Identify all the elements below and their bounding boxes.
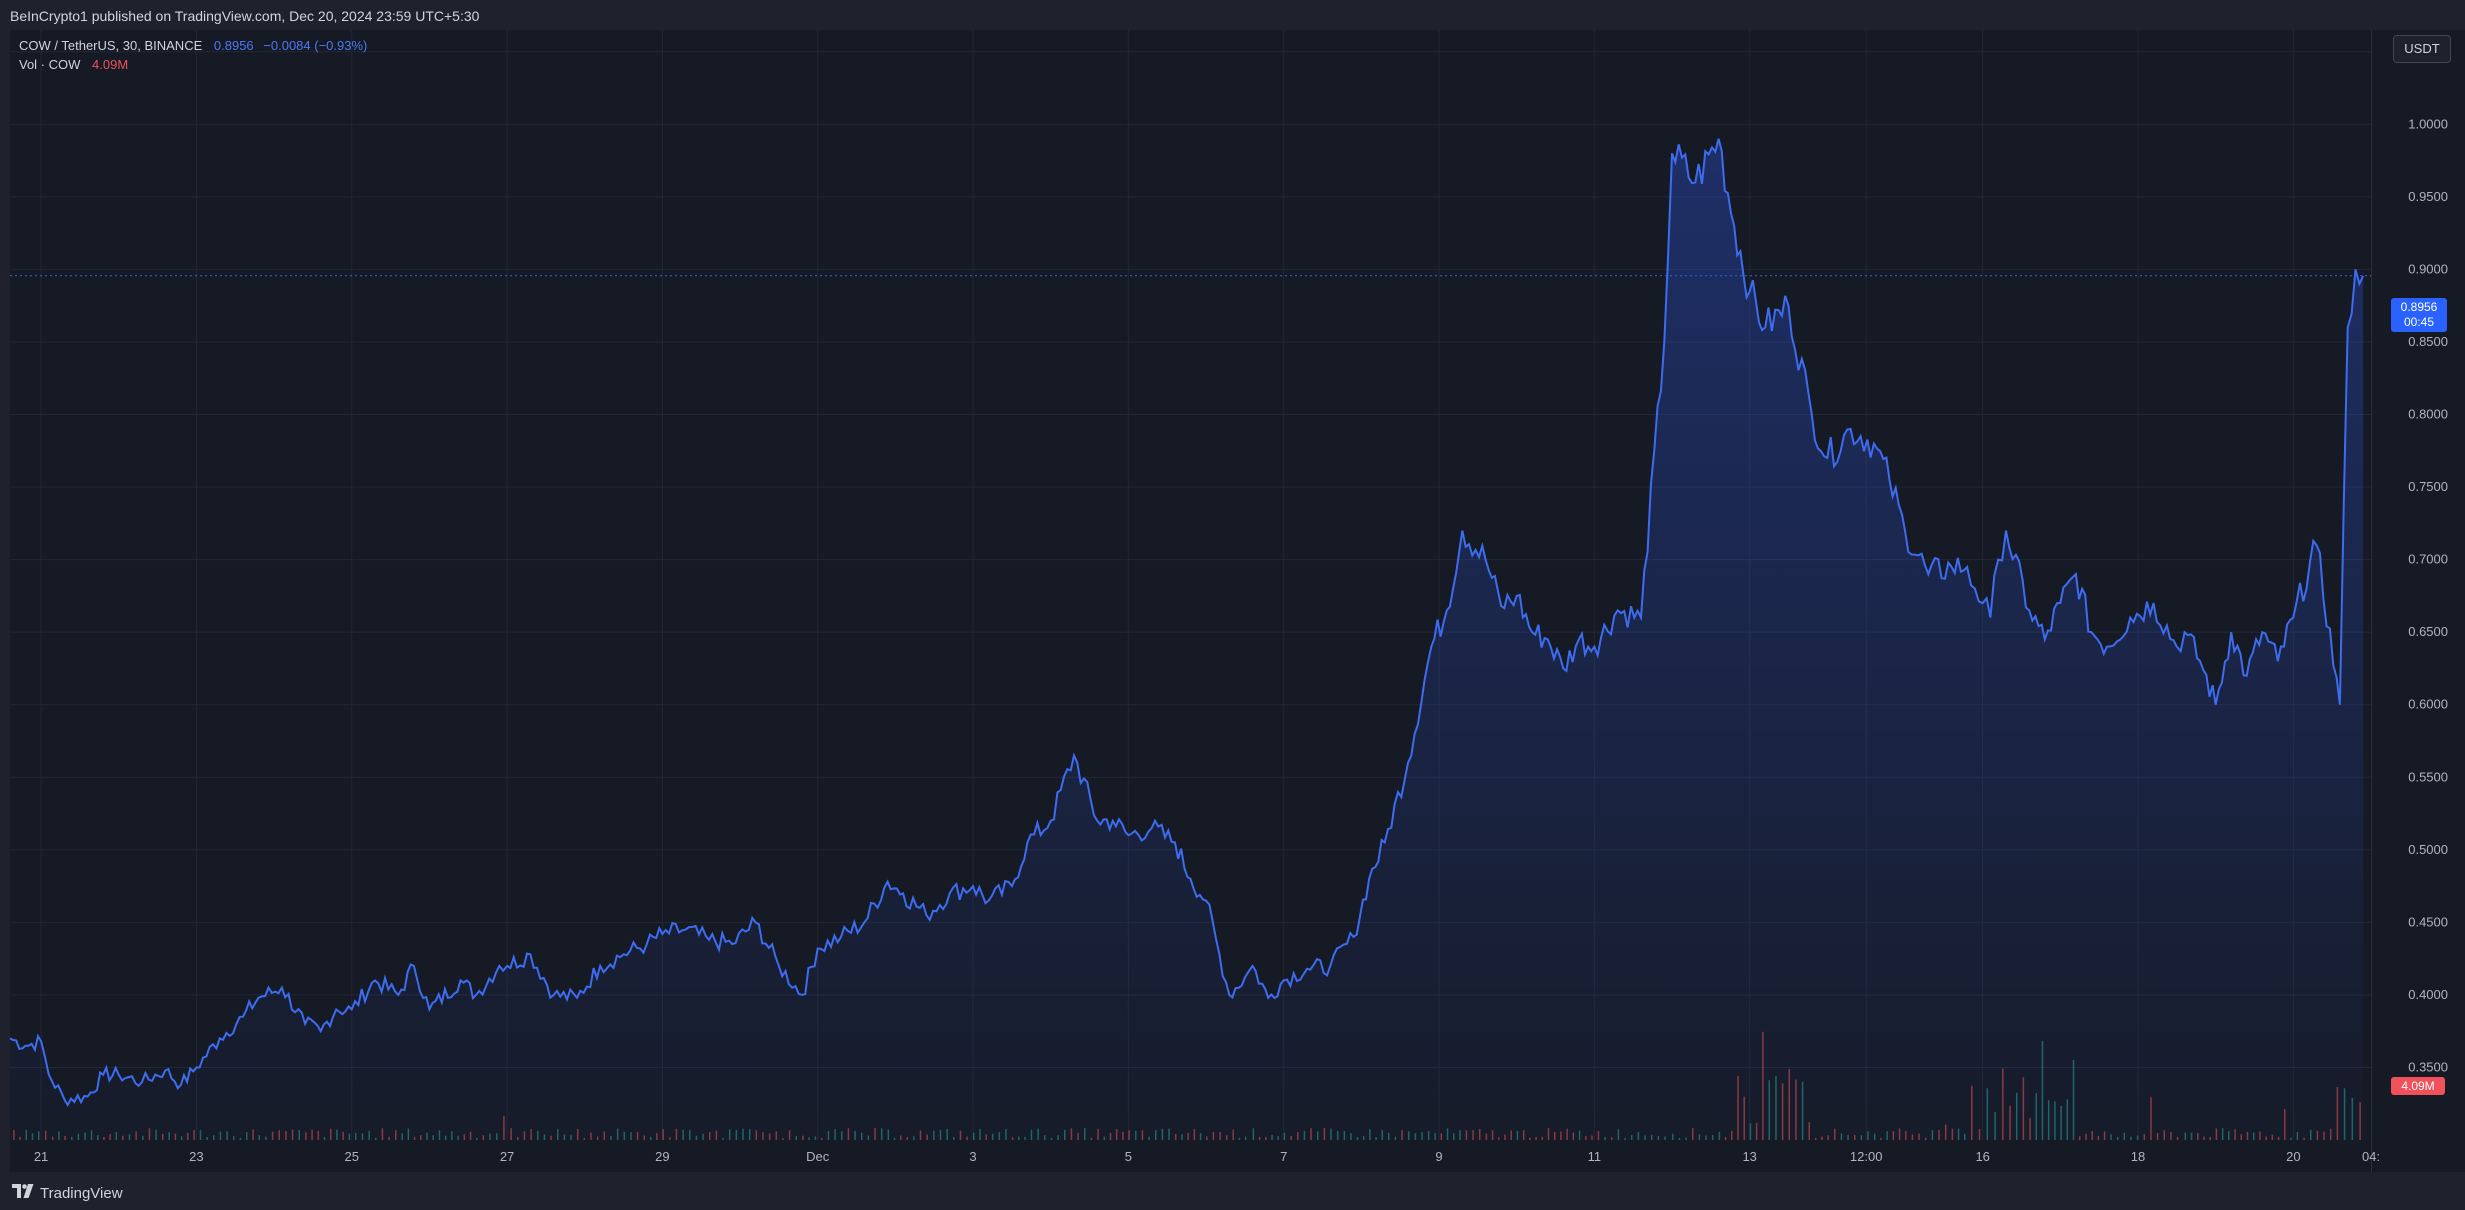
x-tick-label: Dec <box>806 1149 830 1164</box>
y-tick-label: 0.6500 <box>2408 624 2448 639</box>
y-tick-label: 0.4500 <box>2408 914 2448 929</box>
y-tick-label: 0.5500 <box>2408 769 2448 784</box>
y-tick-label: 0.3500 <box>2408 1059 2448 1074</box>
x-tick-label: 5 <box>1125 1149 1132 1164</box>
x-axis-ticks: 21 23 25 27 29 Dec 3 5 7 9 11 13 12:00 16 18 20 04: <box>34 1149 2380 1164</box>
x-tick-label: 7 <box>1280 1149 1287 1164</box>
y-tick-label: 0.8500 <box>2408 334 2448 349</box>
legend-change: −0.0084 (−0.93%) <box>263 38 368 53</box>
y-tick-label: 1.0000 <box>2408 116 2448 131</box>
x-tick-label: 18 <box>2131 1149 2145 1164</box>
y-tick-label: 0.6000 <box>2408 697 2448 712</box>
volume-badge: 4.09M <box>2391 1077 2445 1095</box>
y-tick-label: 0.7000 <box>2408 552 2448 567</box>
x-tick-label: 27 <box>500 1149 514 1164</box>
x-tick-label: 12:00 <box>1850 1149 1883 1164</box>
bottom-bar <box>0 1172 2465 1210</box>
x-tick-label: 04: <box>2362 1149 2380 1164</box>
x-tick-label: 23 <box>189 1149 203 1164</box>
y-tick-label: 0.5000 <box>2408 842 2448 857</box>
x-tick-label: 21 <box>34 1149 48 1164</box>
x-tick-label: 16 <box>1975 1149 1989 1164</box>
legend-symbol[interactable]: COW / TetherUS, 30, BINANCE 0.8956 −0.00… <box>19 38 367 53</box>
x-tick-label: 29 <box>655 1149 669 1164</box>
price-area <box>10 138 2364 1141</box>
currency-button[interactable]: USDT <box>2393 35 2451 63</box>
y-axis-ticks: 0.3500 0.4000 0.4500 0.5000 0.5500 0.6000 0.65… <box>2408 44 2448 1075</box>
last-price-value: 0.8956 <box>2400 300 2438 314</box>
tradingview-brand: TradingView <box>40 1184 123 1202</box>
y-tick-label: 0.4000 <box>2408 987 2448 1002</box>
bar-countdown: 00:45 <box>2403 315 2435 329</box>
x-tick-label: 13 <box>1742 1149 1756 1164</box>
last-price-badge: 0.8956 00:45 <box>2391 298 2447 332</box>
y-tick-label: 0.9000 <box>2408 261 2448 276</box>
symbol-label: COW / TetherUS, 30, BINANCE <box>19 38 203 53</box>
x-tick-label: 11 <box>1588 1149 1602 1164</box>
volume-label: Vol · COW <box>19 57 81 72</box>
volume-value: 4.09M <box>92 57 129 72</box>
legend-price: 0.8956 <box>213 38 254 53</box>
tradingview-logo[interactable]: TradingView <box>12 1184 123 1202</box>
tradingview-logo-icon <box>12 1184 34 1202</box>
y-tick-label: 0.7500 <box>2408 479 2448 494</box>
x-tick-label: 9 <box>1435 1149 1442 1164</box>
y-tick-label: 0.9500 <box>2408 189 2448 204</box>
x-tick-label: 25 <box>344 1149 358 1164</box>
legend-volume[interactable]: Vol · COW 4.09M <box>19 57 128 72</box>
price-chart[interactable]: 0.3500 0.4000 0.4500 0.5000 0.5500 0.6000 0.65… <box>0 0 2465 1210</box>
x-tick-label: 3 <box>969 1149 976 1164</box>
y-tick-label: 0.8000 <box>2408 407 2448 422</box>
x-tick-label: 20 <box>2286 1149 2300 1164</box>
